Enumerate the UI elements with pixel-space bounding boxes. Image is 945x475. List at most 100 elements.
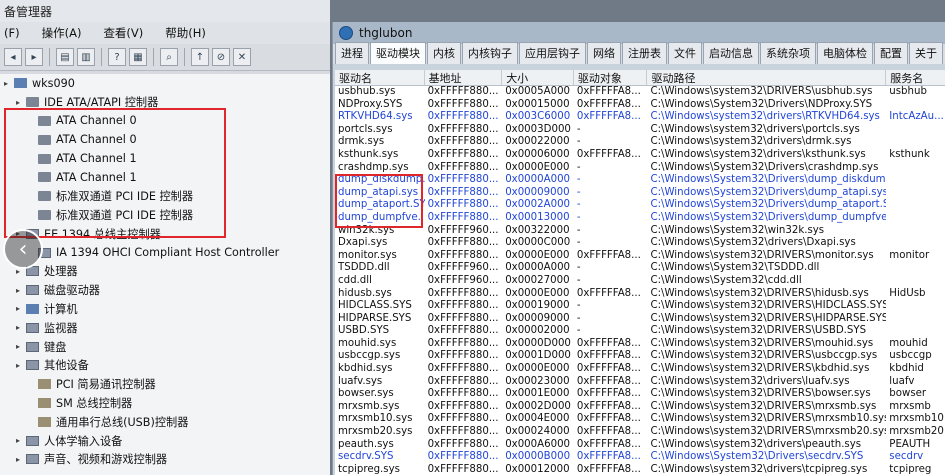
uninstall-device-icon[interactable]: ✕ <box>233 48 251 66</box>
table-row[interactable]: luafv.sys 0xFFFFF880... 0x00023000 0xFFFFFA… <box>335 376 945 389</box>
disable-device-icon[interactable]: ⊘ <box>212 48 230 66</box>
expand-arrow-icon[interactable]: ▸ <box>16 323 26 332</box>
table-cell: C:\Windows\system32\DRIVERS\HIDPARSE.SYS <box>650 312 887 324</box>
table-row[interactable]: bowser.sys 0xFFFFF880... 0x0001E000 0xFFFFF… <box>335 388 945 401</box>
table-row[interactable]: mrxsmb20.sys 0xFFFFF880... 0x00024000 0xFFF… <box>335 426 945 439</box>
window-icon[interactable]: ▦ <box>129 48 147 66</box>
column-header[interactable]: 基地址 <box>425 70 503 85</box>
table-row[interactable]: mrxsmb.sys 0xFFFFF880... 0x0002D000 0xFFFFF… <box>335 401 945 414</box>
table-row[interactable]: drmk.sys 0xFFFFF880... 0x00022000- C:\Windo… <box>335 136 945 149</box>
expand-arrow-icon[interactable]: ▸ <box>4 79 14 88</box>
expand-arrow-icon[interactable]: ▸ <box>16 455 26 464</box>
tab-item[interactable]: 内核 <box>427 42 461 64</box>
tree-item[interactable]: ▸ 声音、视频和游戏控制器 <box>0 450 330 469</box>
tree-item[interactable]: ▸ 磁盘驱动器 <box>0 281 330 300</box>
tab-item[interactable]: 应用层钩子 <box>519 42 586 64</box>
tree-item[interactable]: ▸ 其他设备 <box>0 356 330 375</box>
column-header[interactable]: 服务名 <box>886 70 945 85</box>
column-header[interactable]: 驱动对象 <box>574 70 648 85</box>
expand-arrow-icon[interactable]: ▸ <box>16 342 26 351</box>
tree-item[interactable]: SM 总线控制器 <box>0 394 330 413</box>
expand-arrow-icon[interactable]: ▸ <box>16 286 26 295</box>
menu-help[interactable]: 帮助(H) <box>165 25 206 41</box>
table-row[interactable]: portcls.sys 0xFFFFF880... 0x0003D000- C:\Wi… <box>335 124 945 137</box>
menu-file[interactable]: (F) <box>4 26 20 40</box>
table-cell: tcpipreg.sys <box>338 463 400 475</box>
tree-item[interactable]: ▸ 处理器 <box>0 262 330 281</box>
table-cell: 0xFFFFF880... <box>427 211 499 223</box>
tab-item[interactable]: 配置 <box>874 42 908 64</box>
table-cell: 0x00019000 <box>505 300 570 312</box>
table-row[interactable]: hidusb.sys 0xFFFFF880... 0x0000E000 0xFFFFF… <box>335 288 945 301</box>
table-row[interactable]: crashdmp.sys 0xFFFFF880... 0x0000E000- C:\W… <box>335 162 945 175</box>
tab-item[interactable]: 注册表 <box>622 42 667 64</box>
tab-item[interactable]: 电脑体检 <box>817 42 873 64</box>
table-row[interactable]: TSDDD.dll 0xFFFFF960... 0x0000A000- C:\Wind… <box>335 262 945 275</box>
table-row[interactable]: mouhid.sys 0xFFFFF880... 0x0000D000 0xFFFFF… <box>335 338 945 351</box>
table-row[interactable]: dump_diskdump....0xFFFFF880...0x0000A000… <box>335 174 945 187</box>
tree-item[interactable]: PCI 简易通讯控制器 <box>0 375 330 394</box>
tree-item[interactable]: ▸ wks090 <box>0 74 330 93</box>
table-row[interactable]: cdd.dll 0xFFFFF960... 0x00027000- C:\Window… <box>335 275 945 288</box>
tab-item[interactable]: 系统杂项 <box>760 42 816 64</box>
table-row[interactable]: Dxapi.sys 0xFFFFF880... 0x0000C000- C:\Wind… <box>335 237 945 250</box>
update-driver-icon[interactable]: ↑ <box>191 48 209 66</box>
table-row[interactable]: usbccgp.sys 0xFFFFF880... 0x0001D000 0xFFFF… <box>335 350 945 363</box>
table-row[interactable]: secdrv.SYS 0xFFFFF880... 0x0000B000 0xFFFFF… <box>335 451 945 464</box>
table-row[interactable]: mrxsmb10.sys 0xFFFFF880... 0x0004E000 0xFFF… <box>335 413 945 426</box>
help-icon[interactable]: ? <box>108 48 126 66</box>
table-row[interactable]: HIDPARSE.SYS 0xFFFFF880... 0x00009000- C:\W… <box>335 313 945 326</box>
column-header[interactable]: 驱动名 <box>335 70 425 85</box>
back-arrow-icon[interactable]: ◂ <box>4 48 22 66</box>
tab-item[interactable]: 文件 <box>668 42 702 64</box>
table-row[interactable]: tcpipreg.sys 0xFFFFF880... 0x00012000 0xFFF… <box>335 464 945 475</box>
table-row[interactable]: HIDCLASS.SYS 0xFFFFF880... 0x00019000- C:\W… <box>335 300 945 313</box>
table-row[interactable]: USBD.SYS 0xFFFFF880... 0x00002000- C:\Windo… <box>335 325 945 338</box>
table-row[interactable]: dump_dumpfve.... 0xFFFFF880... 0x00013000-… <box>335 212 945 225</box>
table-cell: 0x00015000 <box>505 98 570 110</box>
back-overlay-button[interactable]: ‹ <box>3 229 43 269</box>
tree-item[interactable]: ▸ 人体学输入设备 <box>0 431 330 450</box>
scan-hardware-icon[interactable]: ⌕ <box>160 48 178 66</box>
tab-item[interactable]: 关于 <box>909 42 943 64</box>
tree-item-label: 人体学输入设备 <box>44 434 123 448</box>
tree-item[interactable]: 通用串行总线(USB)控制器 <box>0 412 330 431</box>
menu-action[interactable]: 操作(A) <box>42 25 82 41</box>
computer-icon <box>14 78 27 89</box>
table-row[interactable]: dump_ataport.SYS 0xFFFFF880... 0x0002A000-… <box>335 199 945 212</box>
tree-item[interactable]: ▸ 监视器 <box>0 318 330 337</box>
expand-arrow-icon[interactable]: ▸ <box>16 436 26 445</box>
table-cell: mrxsmb20 <box>889 426 944 438</box>
tab-item[interactable]: 内核钩子 <box>462 42 518 64</box>
tree-item[interactable]: IA 1394 OHCI Compliant Host Controller <box>0 243 330 262</box>
table-row[interactable]: win32k.sys 0xFFFFF960... 0x00322000- C:\Win… <box>335 225 945 238</box>
tab-item[interactable]: 驱动模块 <box>370 42 426 64</box>
table-row[interactable]: monitor.sys 0xFFFFF880... 0x0000E000 0xFFFF… <box>335 250 945 263</box>
table-row[interactable]: usbhub.sys 0xFFFFF880... 0x0005A000 0xFFFFF… <box>335 86 945 99</box>
table-row[interactable]: NDProxy.SYS 0xFFFFF880... 0x00015000 0xFFFF… <box>335 99 945 112</box>
expand-arrow-icon[interactable]: ▸ <box>16 98 26 107</box>
console-tree-icon[interactable]: ▤ <box>56 48 74 66</box>
tree-item[interactable]: ▸ 计算机 <box>0 300 330 319</box>
tree-item[interactable]: ▸ 键盘 <box>0 337 330 356</box>
expand-arrow-icon[interactable]: ▸ <box>16 304 26 313</box>
table-row[interactable]: kbdhid.sys 0xFFFFF880... 0x0000E000 0xFFFFF… <box>335 363 945 376</box>
table-cell <box>886 225 945 238</box>
table-cell: HidUsb <box>889 287 926 299</box>
forward-arrow-icon[interactable]: ▸ <box>25 48 43 66</box>
table-row[interactable]: peauth.sys 0xFFFFF880... 0x000A6000 0xFFFFF… <box>335 439 945 452</box>
column-header[interactable]: 驱动路径 <box>647 70 887 85</box>
table-row[interactable]: dump_atapi.sys 0xFFFFF880... 0x00009000- C:… <box>335 187 945 200</box>
table-row[interactable]: RTKVHD64.sys 0xFFFFF880... 0x003C6000 0xFFF… <box>335 111 945 124</box>
properties-icon[interactable]: ▥ <box>77 48 95 66</box>
tab-item[interactable]: 网络 <box>587 42 621 64</box>
expand-arrow-icon[interactable]: ▸ <box>16 361 26 370</box>
menu-view[interactable]: 查看(V) <box>103 25 143 41</box>
unknown-device-icon <box>38 397 51 408</box>
table-row[interactable]: ksthunk.sys 0xFFFFF880... 0x00006000 0xFFFF… <box>335 149 945 162</box>
tab-item[interactable]: 启动信息 <box>703 42 759 64</box>
table-cell <box>886 300 945 313</box>
tab-item[interactable]: 进程 <box>335 42 369 64</box>
table-cell: - <box>576 161 581 173</box>
column-header[interactable]: 大小 <box>502 70 574 85</box>
